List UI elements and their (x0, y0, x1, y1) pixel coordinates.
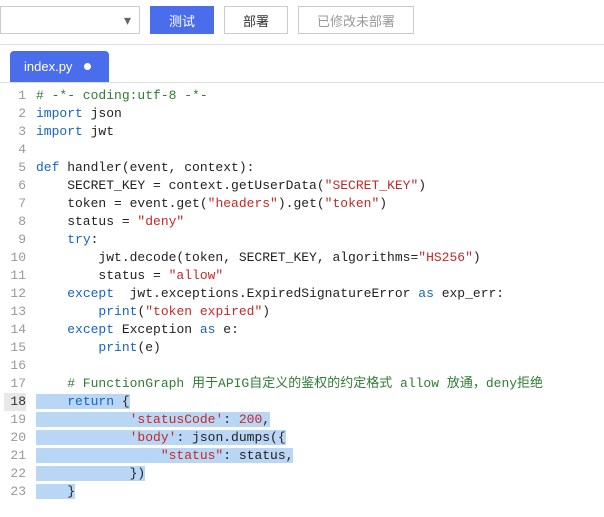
chevron-down-icon: ▾ (124, 12, 131, 29)
code-line[interactable]: print("token expired") (36, 303, 543, 321)
runtime-dropdown[interactable]: ▾ (0, 6, 140, 34)
line-number: 1 (4, 87, 26, 105)
code-line[interactable]: return { (36, 393, 543, 411)
line-number: 12 (4, 285, 26, 303)
code-line[interactable]: # FunctionGraph 用于APIG自定义的鉴权的约定格式 allow … (36, 375, 543, 393)
line-number: 11 (4, 267, 26, 285)
tab-bar: index.py (0, 45, 604, 82)
code-line[interactable]: try: (36, 231, 543, 249)
line-number: 22 (4, 465, 26, 483)
line-number: 17 (4, 375, 26, 393)
test-button[interactable]: 测试 (150, 6, 214, 34)
code-line[interactable]: } (36, 483, 543, 501)
line-number: 20 (4, 429, 26, 447)
code-line[interactable]: status = "deny" (36, 213, 543, 231)
line-number: 15 (4, 339, 26, 357)
line-number: 14 (4, 321, 26, 339)
code-line[interactable]: # -*- coding:utf-8 -*- (36, 87, 543, 105)
line-number: 23 (4, 483, 26, 501)
code-line[interactable]: }) (36, 465, 543, 483)
line-number: 4 (4, 141, 26, 159)
code-line[interactable]: SECRET_KEY = context.getUserData("SECRET… (36, 177, 543, 195)
code-line[interactable]: 'body': json.dumps({ (36, 429, 543, 447)
line-number: 3 (4, 123, 26, 141)
deploy-status-button[interactable]: 已修改未部署 (298, 6, 414, 34)
editor-toolbar: ▾ 测试 部署 已修改未部署 (0, 0, 604, 45)
tab-filename: index.py (24, 59, 72, 74)
line-number-gutter: 1234567891011121314151617181920212223 (0, 83, 36, 505)
line-number: 18 (4, 393, 26, 411)
line-number: 5 (4, 159, 26, 177)
line-number: 16 (4, 357, 26, 375)
deploy-button[interactable]: 部署 (224, 6, 288, 34)
code-line[interactable]: import jwt (36, 123, 543, 141)
tab-index-py[interactable]: index.py (10, 51, 109, 82)
unsaved-indicator-icon (84, 63, 91, 70)
line-number: 21 (4, 447, 26, 465)
code-line[interactable]: except Exception as e: (36, 321, 543, 339)
line-number: 19 (4, 411, 26, 429)
line-number: 7 (4, 195, 26, 213)
code-line[interactable]: jwt.decode(token, SECRET_KEY, algorithms… (36, 249, 543, 267)
line-number: 8 (4, 213, 26, 231)
line-number: 10 (4, 249, 26, 267)
line-number: 6 (4, 177, 26, 195)
code-line[interactable] (36, 357, 543, 375)
line-number: 13 (4, 303, 26, 321)
code-line[interactable]: "status": status, (36, 447, 543, 465)
line-number: 9 (4, 231, 26, 249)
code-line[interactable]: def handler(event, context): (36, 159, 543, 177)
code-line[interactable]: import json (36, 105, 543, 123)
code-editor[interactable]: 1234567891011121314151617181920212223 # … (0, 82, 604, 505)
code-line[interactable]: print(e) (36, 339, 543, 357)
code-line[interactable] (36, 141, 543, 159)
code-line[interactable]: except jwt.exceptions.ExpiredSignatureEr… (36, 285, 543, 303)
code-line[interactable]: 'statusCode': 200, (36, 411, 543, 429)
line-number: 2 (4, 105, 26, 123)
code-line[interactable]: token = event.get("headers").get("token"… (36, 195, 543, 213)
code-area[interactable]: # -*- coding:utf-8 -*-import jsonimport … (36, 83, 543, 505)
code-line[interactable]: status = "allow" (36, 267, 543, 285)
